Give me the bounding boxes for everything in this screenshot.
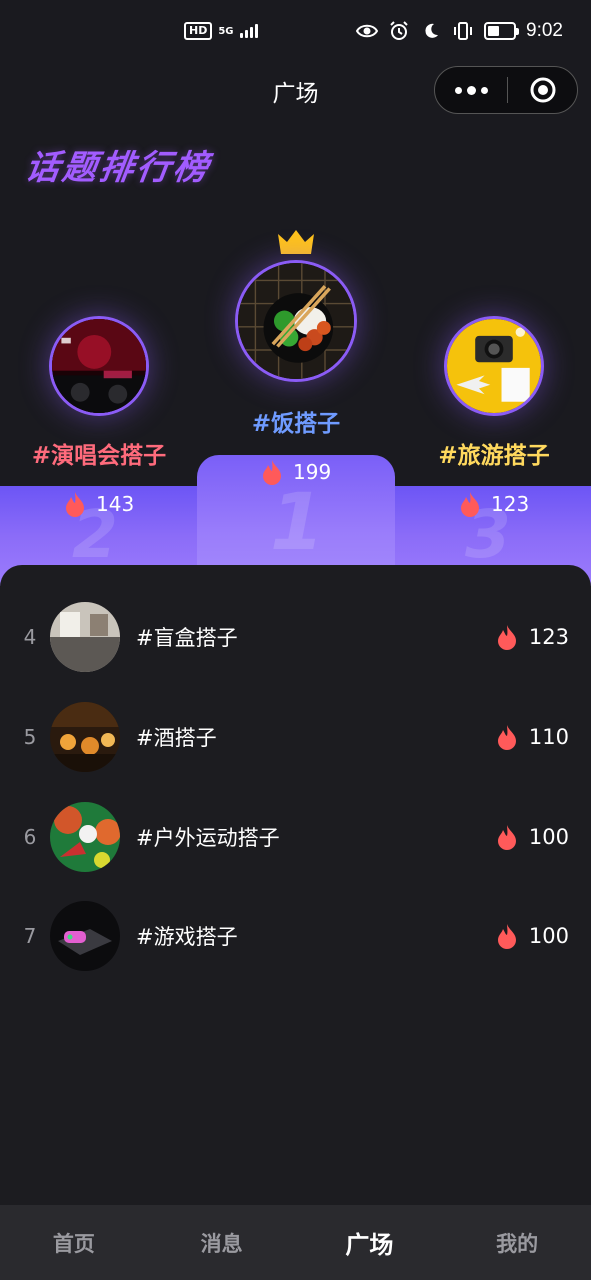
- crown-icon: [278, 230, 314, 254]
- travel-image: [447, 319, 541, 413]
- topic-thumbnail: [50, 802, 120, 872]
- status-left: HD 5G: [184, 22, 258, 40]
- podium-avatar-3[interactable]: [444, 316, 544, 416]
- fire-icon: [263, 460, 281, 485]
- list-rank: 5: [23, 725, 37, 749]
- fire-icon: [66, 492, 84, 517]
- alarm-icon: [388, 20, 410, 42]
- moon-icon: [420, 20, 442, 42]
- tab-bar: 首页 消息 广场 我的: [0, 1205, 591, 1280]
- fire-icon: [498, 924, 516, 949]
- tab-me[interactable]: 我的: [443, 1205, 591, 1280]
- close-button[interactable]: [508, 67, 577, 113]
- topic-name: #户外运动搭子: [136, 826, 280, 850]
- battery-icon: [484, 22, 520, 40]
- ranking-heading: 话题排行榜: [22, 148, 214, 188]
- network-type: 5G: [218, 25, 234, 37]
- podium-avatar-1[interactable]: [235, 260, 357, 382]
- ranking-list: 4 #盲盒搭子 123 5 #酒搭子 110 6 #户外运动搭子 100 7 #…: [0, 565, 591, 1205]
- fire-icon: [498, 625, 516, 650]
- heat-value: 123: [491, 492, 530, 516]
- list-rank: 4: [23, 625, 37, 649]
- clock: 9:02: [526, 20, 563, 41]
- hd-badge: HD: [184, 22, 213, 40]
- podium-name-1[interactable]: #饭搭子: [197, 404, 395, 438]
- topic-thumbnail: [50, 702, 120, 772]
- tab-messages[interactable]: 消息: [148, 1205, 296, 1280]
- more-button[interactable]: [435, 67, 507, 113]
- mini-program-capsule: [434, 66, 578, 114]
- podium-name-2[interactable]: #演唱会搭子: [10, 436, 188, 470]
- topic-name: #游戏搭子: [136, 925, 238, 949]
- podium-name-3[interactable]: #旅游搭子: [405, 436, 583, 470]
- list-item[interactable]: 6 #户外运动搭子 100: [0, 802, 591, 872]
- heat-value: 143: [96, 492, 135, 516]
- target-icon: [530, 77, 555, 103]
- podium-heat-2: 143: [64, 491, 134, 517]
- eye-icon: [356, 20, 379, 42]
- list-item[interactable]: 7 #游戏搭子 100: [0, 901, 591, 971]
- tab-square[interactable]: 广场: [296, 1205, 444, 1280]
- rank-number-1: 1: [270, 478, 325, 568]
- list-item[interactable]: 5 #酒搭子 110: [0, 702, 591, 772]
- topic-thumbnail: [50, 602, 120, 672]
- list-rank: 6: [23, 825, 37, 849]
- topic-heat: 110: [528, 725, 569, 749]
- status-bar: HD 5G 9:02: [0, 0, 591, 66]
- fire-icon: [461, 492, 479, 517]
- topic-thumbnail: [50, 901, 120, 971]
- fire-icon: [498, 825, 516, 850]
- list-item[interactable]: 4 #盲盒搭子 123: [0, 602, 591, 672]
- topic-name: #盲盒搭子: [136, 626, 238, 650]
- topic-heat: 123: [528, 625, 569, 649]
- topic-heat: 100: [528, 825, 569, 849]
- vibrate-icon: [452, 20, 474, 42]
- topic-name: #酒搭子: [136, 726, 217, 750]
- podium-heat-1: 199: [261, 459, 331, 485]
- status-right: 9:02: [356, 20, 563, 42]
- heat-value: 199: [293, 460, 332, 484]
- podium-avatar-2[interactable]: [49, 316, 149, 416]
- food-bowl-image: [238, 263, 354, 379]
- topic-heat: 100: [528, 924, 569, 948]
- signal-icon: [239, 24, 258, 38]
- podium-heat-3: 123: [459, 491, 529, 517]
- concert-image: [52, 319, 146, 413]
- tab-home[interactable]: 首页: [0, 1205, 148, 1280]
- fire-icon: [498, 725, 516, 750]
- list-rank: 7: [23, 924, 37, 948]
